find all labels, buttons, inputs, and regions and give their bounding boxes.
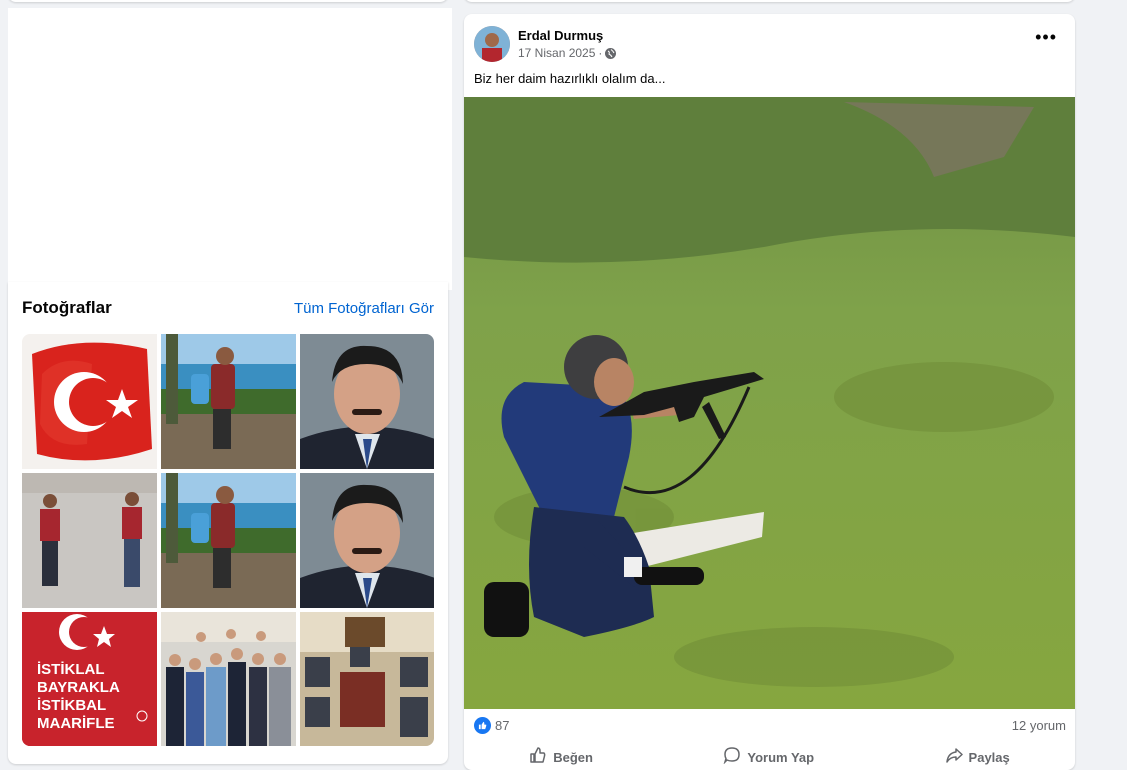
photo-thumbnail-walking[interactable]: [22, 473, 157, 608]
comment-label: Yorum Yap: [747, 749, 815, 765]
thumbs-up-icon: [529, 746, 547, 769]
photo-thumbnail-group[interactable]: [161, 612, 296, 746]
see-all-photos-link[interactable]: Tüm Fotoğrafları Gör: [294, 300, 434, 317]
photos-grid: İSTİKLAL BAYRAKLA İSTİKBAL MAARİFLE: [22, 334, 434, 746]
intro-card: [8, 8, 452, 290]
post-card: Erdal Durmuş 17 Nisan 2025 · ••• Biz her…: [464, 14, 1075, 770]
reactions-count: 87: [495, 717, 510, 733]
more-options-icon[interactable]: •••: [1035, 28, 1057, 46]
previous-card-edge-right: [464, 0, 1075, 2]
post-actions: Beğen Yorum Yap Paylaş: [464, 741, 1075, 770]
post-date[interactable]: 17 Nisan 2025: [518, 46, 595, 60]
comment-bubble-icon: [723, 746, 741, 769]
post-stats: 87 12 yorum: [474, 716, 1066, 734]
post-text: Biz her daim hazırlıklı olalım da...: [474, 71, 666, 86]
photos-title: Fotoğraflar: [22, 298, 112, 317]
like-label: Beğen: [553, 749, 593, 765]
like-reaction-icon: [474, 716, 491, 734]
share-label: Paylaş: [968, 749, 1010, 765]
share-arrow-icon: [945, 746, 963, 769]
photo-thumbnail-flag[interactable]: [22, 334, 157, 469]
reactions-summary[interactable]: 87: [474, 716, 510, 734]
poster-line-3: İSTİKBAL: [37, 697, 106, 714]
post-author-name[interactable]: Erdal Durmuş: [518, 28, 603, 43]
share-button[interactable]: Paylaş: [945, 746, 1010, 769]
comments-count[interactable]: 12 yorum: [1012, 718, 1066, 733]
comment-button[interactable]: Yorum Yap: [723, 746, 814, 769]
globe-icon[interactable]: [605, 47, 617, 59]
photo-thumbnail-seaside-2[interactable]: [161, 473, 296, 608]
poster-line-1: İSTİKLAL: [37, 661, 105, 678]
photo-thumbnail-poster[interactable]: İSTİKLAL BAYRAKLA İSTİKBAL MAARİFLE: [22, 612, 157, 746]
poster-line-2: BAYRAKLA: [37, 679, 120, 696]
photo-thumbnail-portrait[interactable]: [300, 334, 434, 469]
photo-thumbnail-meeting[interactable]: [300, 612, 434, 746]
meta-separator: ·: [598, 46, 603, 60]
previous-card-edge-left: [8, 0, 448, 2]
photo-thumbnail-seaside[interactable]: [161, 334, 296, 469]
photos-card: Fotoğraflar Tüm Fotoğrafları Gör İSTİKLA…: [8, 282, 448, 764]
photo-thumbnail-portrait-2[interactable]: [300, 473, 434, 608]
like-button[interactable]: Beğen: [529, 746, 593, 769]
post-photo[interactable]: [464, 97, 1075, 709]
post-meta: 17 Nisan 2025 ·: [518, 46, 617, 60]
author-avatar[interactable]: [474, 26, 510, 62]
poster-line-4: MAARİFLE: [37, 715, 115, 732]
